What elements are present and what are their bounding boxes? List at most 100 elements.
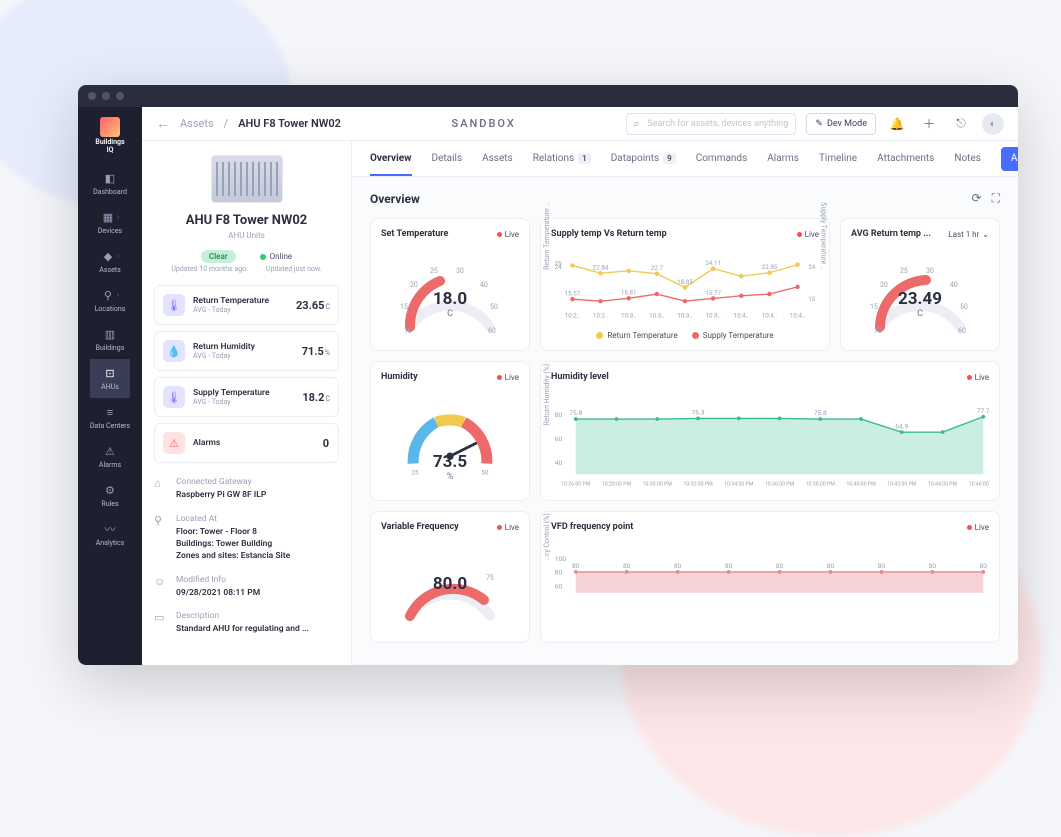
card-set-temp: Set TemperatureLive 1015202530405060 18.… xyxy=(370,218,530,351)
tab-assets[interactable]: Assets xyxy=(482,141,513,176)
window-close-icon[interactable] xyxy=(88,92,96,100)
svg-text:80: 80 xyxy=(980,562,988,570)
asset-image xyxy=(211,155,283,203)
desc-value: Standard AHU for regulating and ... xyxy=(176,624,339,636)
svg-text:18.85: 18.85 xyxy=(677,278,693,286)
updated-left: Updated 10 months ago. xyxy=(171,265,248,273)
tab-overview[interactable]: Overview xyxy=(370,141,412,176)
metric-icon: ⚠ xyxy=(163,432,185,454)
tab-timeline[interactable]: Timeline xyxy=(819,141,857,176)
svg-text:10:3..: 10:3.. xyxy=(677,311,693,319)
svg-text:24.11: 24.11 xyxy=(705,259,721,267)
svg-text:80: 80 xyxy=(674,562,682,570)
nav-icon: ⚠ xyxy=(103,444,117,458)
sidebar-item-data-centers[interactable]: ≡Data Centers xyxy=(90,398,130,437)
modified-label: Modified Info xyxy=(176,575,339,585)
card-vfd-point: VFD frequency pointLive ..cy Control (%)… xyxy=(540,511,1000,643)
svg-text:40: 40 xyxy=(555,459,563,467)
located-label: Located At xyxy=(176,514,339,524)
sidebar-item-ahus[interactable]: ⊡AHUs xyxy=(90,359,130,398)
svg-text:20: 20 xyxy=(880,281,888,289)
expand-icon[interactable]: ⛶ xyxy=(992,191,1000,206)
sidebar: BuildingsIQ ◧Dashboard▦›Devices◆›Assets⚲… xyxy=(78,107,142,665)
tabs: Overview Details Assets Relations 1 Datapoin… xyxy=(352,141,1018,177)
metric-return-temperature[interactable]: 🌡Return TemperatureAVG - Today23.65C xyxy=(154,285,339,325)
actions-button[interactable]: Actions ⌄ xyxy=(1001,147,1018,171)
svg-text:80: 80 xyxy=(555,569,563,577)
tab-alarms[interactable]: Alarms xyxy=(767,141,799,176)
metric-alarms[interactable]: ⚠Alarms0 xyxy=(154,423,339,463)
nav-icon: ▥ xyxy=(103,327,117,341)
card-avg-return: AVG Return temp ...Last 1 hr ⌄ 101520253… xyxy=(840,218,1000,351)
asset-subtitle: AHU Units xyxy=(154,231,339,240)
tab-attachments[interactable]: Attachments xyxy=(877,141,934,176)
sidebar-item-analytics[interactable]: 〰Analytics xyxy=(90,515,130,554)
sidebar-item-assets[interactable]: ◆›Assets xyxy=(90,242,130,281)
breadcrumb-root[interactable]: Assets xyxy=(180,117,214,130)
card-supply-vs-return: Supply temp Vs Return tempLive Return Te… xyxy=(540,218,830,351)
nav-icon: 〰 xyxy=(103,522,117,536)
svg-text:30: 30 xyxy=(926,267,934,275)
bell-icon[interactable]: 🔔 xyxy=(886,113,908,135)
time-range-select[interactable]: Last 1 hr ⌄ xyxy=(948,230,989,239)
svg-text:22.84: 22.84 xyxy=(593,264,609,272)
refresh-icon[interactable]: ⟳ xyxy=(972,191,982,206)
plus-icon[interactable]: ＋ xyxy=(918,113,940,135)
updated-right: Updated just now. xyxy=(266,265,322,273)
avg-return-gauge: 1015202530405060 23.49C xyxy=(860,247,980,339)
asset-panel: AHU F8 Tower NW02 AHU Units Clear Online… xyxy=(142,141,352,665)
svg-text:77.7: 77.7 xyxy=(977,407,989,415)
modified-value: 09/28/2021 08:11 PM xyxy=(176,588,339,600)
tab-relations[interactable]: Relations 1 xyxy=(533,141,591,176)
nav-icon: ◆ xyxy=(101,249,115,263)
svg-text:10:4..: 10:4.. xyxy=(734,311,750,319)
svg-text:10:2..: 10:2.. xyxy=(593,311,609,319)
svg-text:10:2..: 10:2.. xyxy=(565,311,581,319)
settings-icon[interactable]: ⎋ xyxy=(950,113,972,135)
svg-text:80: 80 xyxy=(827,562,835,570)
metric-icon: 🌡 xyxy=(163,294,185,316)
card-humidity: HumidityLive 2550 73.5% xyxy=(370,361,530,501)
svg-text:60: 60 xyxy=(958,327,966,335)
back-arrow-icon[interactable]: ← xyxy=(156,115,170,132)
nav-icon: ▦ xyxy=(101,210,115,224)
svg-text:25: 25 xyxy=(900,267,908,275)
desc-label: Description xyxy=(176,611,339,621)
sidebar-item-rules[interactable]: ⚙Rules xyxy=(90,476,130,515)
metric-return-humidity[interactable]: 💧Return HumidityAVG - Today71.5% xyxy=(154,331,339,371)
gateway-icon: ⌂ xyxy=(154,477,168,502)
sidebar-item-dashboard[interactable]: ◧Dashboard xyxy=(90,164,130,203)
svg-text:10:34:00 PM: 10:34:00 PM xyxy=(724,482,754,488)
svg-text:20: 20 xyxy=(410,281,418,289)
svg-text:60: 60 xyxy=(488,327,496,335)
svg-text:40: 40 xyxy=(950,281,958,289)
tab-notes[interactable]: Notes xyxy=(954,141,981,176)
search-input[interactable]: Search for assets, devices anything xyxy=(626,113,796,135)
tab-details[interactable]: Details xyxy=(432,141,463,176)
metric-supply-temperature[interactable]: 🌡Supply TemperatureAVG - Today18.2C xyxy=(154,377,339,417)
sidebar-item-devices[interactable]: ▦›Devices xyxy=(90,203,130,242)
located-building: Buildings: Tower Building xyxy=(176,539,339,551)
window-max-icon[interactable] xyxy=(116,92,124,100)
metric-icon: 🌡 xyxy=(163,386,185,408)
nav-icon: ⚙ xyxy=(103,483,117,497)
svg-text:10:30:00 PM: 10:30:00 PM xyxy=(643,482,673,488)
live-badge: Live xyxy=(497,230,519,239)
sidebar-item-alarms[interactable]: ⚠Alarms xyxy=(90,437,130,476)
svg-text:10:38:00 PM: 10:38:00 PM xyxy=(806,482,836,488)
sidebar-item-locations[interactable]: ⚲›Locations xyxy=(90,281,130,320)
window-min-icon[interactable] xyxy=(102,92,110,100)
svg-text:15.81: 15.81 xyxy=(621,289,637,297)
online-badge: Online xyxy=(260,250,292,263)
svg-text:15.57: 15.57 xyxy=(565,290,581,298)
tab-datapoints[interactable]: Datapoints 9 xyxy=(611,141,676,176)
user-avatar[interactable]: ◐ xyxy=(982,113,1004,135)
dev-mode-button[interactable]: ✎ Dev Mode xyxy=(806,113,876,135)
svg-text:80: 80 xyxy=(725,562,733,570)
tab-commands[interactable]: Commands xyxy=(696,141,748,176)
user-icon: ☺ xyxy=(154,575,168,600)
sidebar-item-buildings[interactable]: ▥Buildings xyxy=(90,320,130,359)
svg-text:22.7: 22.7 xyxy=(651,264,664,272)
asset-title: AHU F8 Tower NW02 xyxy=(154,213,339,228)
clear-badge: Clear xyxy=(201,250,236,263)
